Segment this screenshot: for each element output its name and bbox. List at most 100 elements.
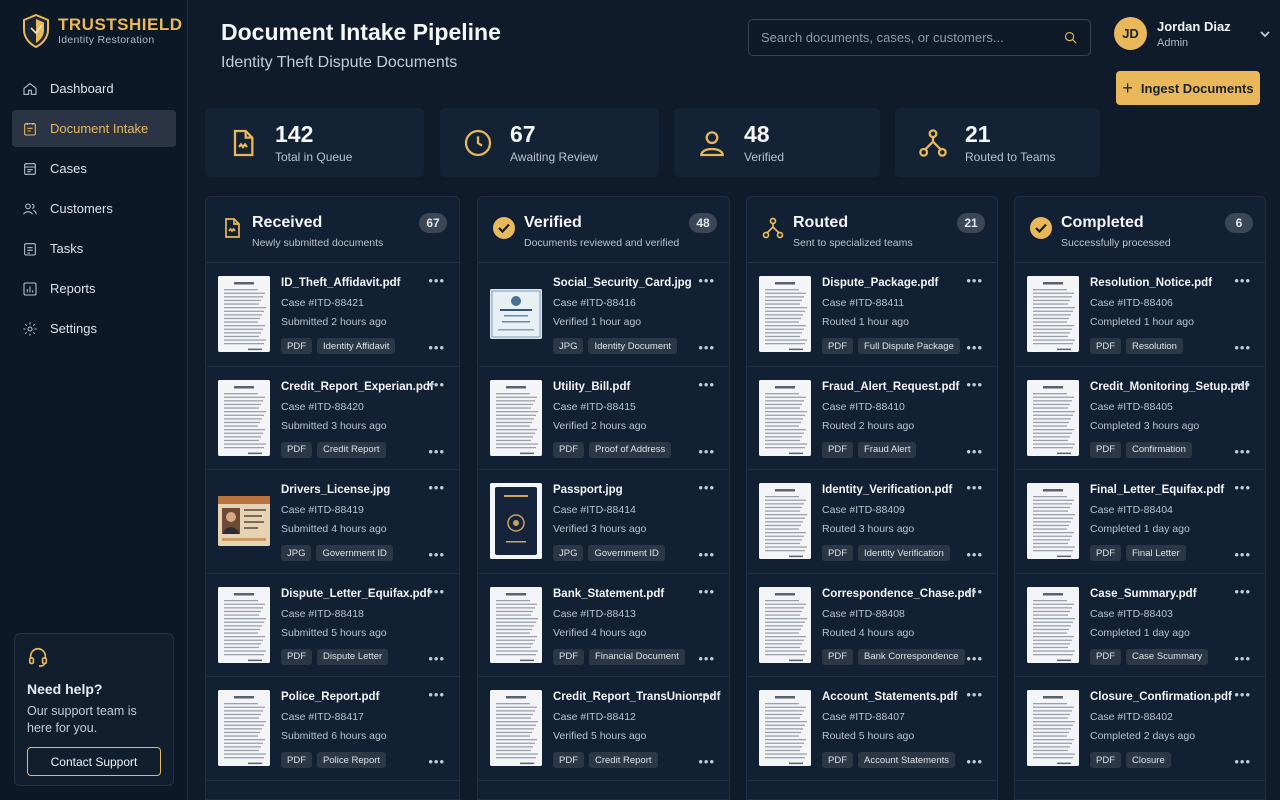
more-options-icon[interactable]: ••• <box>966 378 983 391</box>
document-card[interactable]: Closure_Confirmation.pdf Case #ITD-88402 C… <box>1015 677 1265 781</box>
document-name[interactable]: Closure_Confirmation.pdf <box>1090 691 1232 703</box>
more-actions-icon[interactable]: ••• <box>428 341 445 354</box>
document-card[interactable]: Correspondence_Chase.pdf Case #ITD-88408 R… <box>747 574 997 677</box>
thumbnail[interactable] <box>1027 276 1079 352</box>
more-actions-icon[interactable]: ••• <box>698 548 715 561</box>
more-options-icon[interactable]: ••• <box>1234 481 1251 494</box>
thumbnail[interactable] <box>218 690 270 766</box>
more-actions-icon[interactable]: ••• <box>428 755 445 768</box>
thumbnail[interactable] <box>490 379 542 456</box>
more-actions-icon[interactable]: ••• <box>966 652 983 665</box>
more-options-icon[interactable]: ••• <box>698 481 715 494</box>
logo[interactable]: TRUSTSHIELD Identity Restoration <box>22 14 183 48</box>
thumbnail[interactable] <box>218 496 270 546</box>
document-card[interactable]: Case_Summary.pdf Case #ITD-88403 Completed… <box>1015 574 1265 677</box>
more-actions-icon[interactable]: ••• <box>966 445 983 458</box>
chevron-down-icon[interactable] <box>1259 28 1271 40</box>
sidebar-item-document-intake[interactable]: Document Intake <box>12 110 176 147</box>
document-name[interactable]: Credit_Report_Experian.pdf <box>281 381 434 393</box>
sidebar-item-cases[interactable]: Cases <box>12 150 176 187</box>
search-icon[interactable] <box>1063 30 1078 45</box>
more-actions-icon[interactable]: ••• <box>1234 341 1251 354</box>
document-card[interactable]: Credit_Report_Experian.pdf Case #ITD-8842… <box>206 367 459 470</box>
more-options-icon[interactable]: ••• <box>428 378 445 391</box>
contact-support-button[interactable]: Contact Support <box>27 747 161 776</box>
document-name[interactable]: Passport.jpg <box>553 484 623 496</box>
document-name[interactable]: Account_Statements.pdf <box>822 691 957 703</box>
document-card[interactable]: Credit_Report_TransUnion.pdf Case #ITD-88… <box>478 677 729 781</box>
sidebar-item-settings[interactable]: Settings <box>12 310 176 347</box>
document-card[interactable]: Drivers_License.jpg Case #ITD-88419 Submit… <box>206 470 459 574</box>
document-name[interactable]: Fraud_Alert_Request.pdf <box>822 381 959 393</box>
more-options-icon[interactable]: ••• <box>966 274 983 287</box>
more-actions-icon[interactable]: ••• <box>966 548 983 561</box>
more-options-icon[interactable]: ••• <box>966 585 983 598</box>
more-actions-icon[interactable]: ••• <box>966 755 983 768</box>
ingest-documents-button[interactable]: + Ingest Documents <box>1116 71 1260 105</box>
document-card[interactable]: Dispute_Letter_Equifax.pdf Case #ITD-8841… <box>206 574 459 677</box>
sidebar-item-customers[interactable]: Customers <box>12 190 176 227</box>
more-options-icon[interactable]: ••• <box>698 378 715 391</box>
more-actions-icon[interactable]: ••• <box>966 341 983 354</box>
more-options-icon[interactable]: ••• <box>1234 585 1251 598</box>
thumbnail[interactable] <box>490 289 542 339</box>
thumbnail[interactable] <box>490 690 542 766</box>
document-card[interactable]: Account_Statements.pdf Case #ITD-88407 Rou… <box>747 677 997 781</box>
document-name[interactable]: Drivers_License.jpg <box>281 484 390 496</box>
more-actions-icon[interactable]: ••• <box>428 548 445 561</box>
more-actions-icon[interactable]: ••• <box>698 652 715 665</box>
document-name[interactable]: Bank_Statement.pdf <box>553 588 664 600</box>
search-box[interactable] <box>748 19 1091 56</box>
thumbnail[interactable] <box>490 586 542 663</box>
more-options-icon[interactable]: ••• <box>428 274 445 287</box>
document-name[interactable]: Final_Letter_Equifax.pdf <box>1090 484 1224 496</box>
document-card[interactable]: Final_Letter_Equifax.pdf Case #ITD-88404 C… <box>1015 470 1265 574</box>
document-card[interactable]: Passport.jpg Case #ITD-88414 Verified 3 ho… <box>478 470 729 574</box>
more-options-icon[interactable]: ••• <box>428 688 445 701</box>
document-name[interactable]: Credit_Report_TransUnion.pdf <box>553 691 720 703</box>
thumbnail[interactable] <box>759 483 811 559</box>
document-card[interactable]: Bank_Statement.pdf Case #ITD-88413 Verifie… <box>478 574 729 677</box>
more-actions-icon[interactable]: ••• <box>1234 755 1251 768</box>
thumbnail[interactable] <box>759 586 811 663</box>
sidebar-item-reports[interactable]: Reports <box>12 270 176 307</box>
thumbnail[interactable] <box>218 379 270 456</box>
more-options-icon[interactable]: ••• <box>966 688 983 701</box>
avatar[interactable]: JD <box>1114 17 1147 50</box>
thumbnail[interactable] <box>759 690 811 766</box>
sidebar-item-tasks[interactable]: Tasks <box>12 230 176 267</box>
document-name[interactable]: Dispute_Package.pdf <box>822 277 938 289</box>
document-name[interactable]: Correspondence_Chase.pdf <box>822 588 975 600</box>
thumbnail[interactable] <box>218 276 270 352</box>
thumbnail[interactable] <box>759 276 811 352</box>
thumbnail[interactable] <box>490 483 542 559</box>
more-actions-icon[interactable]: ••• <box>698 755 715 768</box>
document-name[interactable]: Dispute_Letter_Equifax.pdf <box>281 588 431 600</box>
document-name[interactable]: Resolution_Notice.pdf <box>1090 277 1212 289</box>
more-actions-icon[interactable]: ••• <box>698 341 715 354</box>
more-options-icon[interactable]: ••• <box>428 481 445 494</box>
document-card[interactable]: Credit_Monitoring_Setup.pdf Case #ITD-884… <box>1015 367 1265 470</box>
document-card[interactable]: Utility_Bill.pdf Case #ITD-88415 Verified … <box>478 367 729 470</box>
document-card[interactable]: Dispute_Package.pdf Case #ITD-88411 Routed… <box>747 263 997 367</box>
document-name[interactable]: Credit_Monitoring_Setup.pdf <box>1090 381 1248 393</box>
thumbnail[interactable] <box>218 586 270 663</box>
document-card[interactable]: ID_Theft_Affidavit.pdf Case #ITD-88421 Sub… <box>206 263 459 367</box>
more-options-icon[interactable]: ••• <box>698 688 715 701</box>
document-name[interactable]: Police_Report.pdf <box>281 691 379 703</box>
document-card[interactable]: Social_Security_Card.jpg Case #ITD-88416 V… <box>478 263 729 367</box>
more-actions-icon[interactable]: ••• <box>428 652 445 665</box>
more-actions-icon[interactable]: ••• <box>1234 548 1251 561</box>
thumbnail[interactable] <box>1027 483 1079 559</box>
more-actions-icon[interactable]: ••• <box>698 445 715 458</box>
search-input[interactable] <box>761 30 1063 45</box>
document-card[interactable]: Police_Report.pdf Case #ITD-88417 Submitte… <box>206 677 459 781</box>
document-name[interactable]: Utility_Bill.pdf <box>553 381 630 393</box>
thumbnail[interactable] <box>1027 690 1079 766</box>
document-name[interactable]: Case_Summary.pdf <box>1090 588 1197 600</box>
more-actions-icon[interactable]: ••• <box>1234 652 1251 665</box>
document-name[interactable]: ID_Theft_Affidavit.pdf <box>281 277 400 289</box>
more-options-icon[interactable]: ••• <box>1234 688 1251 701</box>
more-options-icon[interactable]: ••• <box>428 585 445 598</box>
document-name[interactable]: Social_Security_Card.jpg <box>553 277 692 289</box>
